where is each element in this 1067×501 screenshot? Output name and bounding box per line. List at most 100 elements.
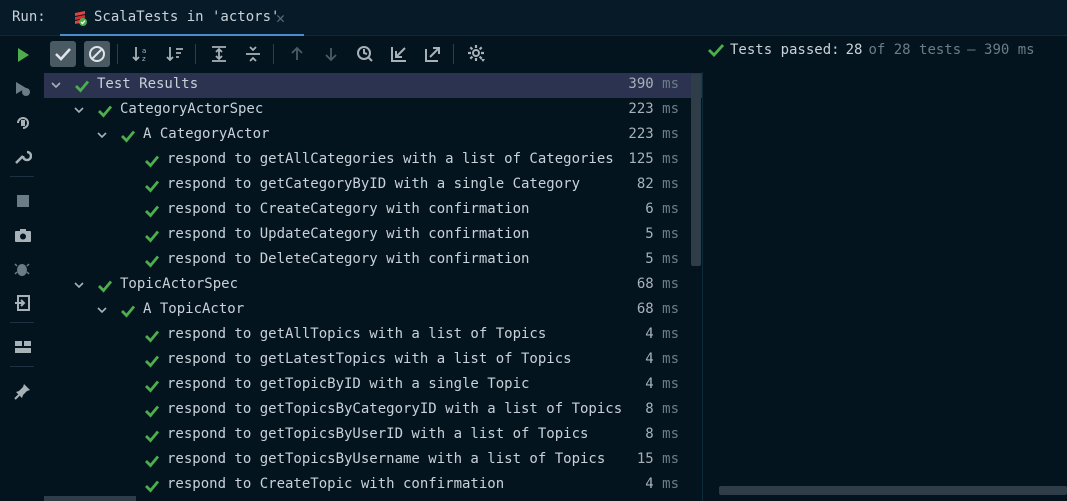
test-duration: 8 ms bbox=[645, 426, 679, 442]
tree-horizontal-scroll-thumb[interactable] bbox=[44, 496, 136, 501]
exit-button[interactable] bbox=[12, 292, 34, 314]
duration-value: 6 bbox=[645, 201, 654, 217]
test-row[interactable]: respond to getTopicsByUsername with a li… bbox=[44, 448, 702, 473]
pin-button[interactable] bbox=[12, 380, 34, 402]
layout-button[interactable] bbox=[12, 336, 34, 358]
test-suite-row[interactable]: Test Results 390 ms bbox=[44, 73, 702, 98]
duration-value: 68 bbox=[636, 276, 654, 292]
test-row[interactable]: respond to UpdateCategory with confirmat… bbox=[44, 223, 702, 248]
import-tests-button[interactable] bbox=[386, 41, 412, 67]
toolbar-separator bbox=[117, 44, 118, 64]
passed-check-icon bbox=[145, 180, 160, 193]
passed-check-icon bbox=[145, 230, 160, 243]
settings-button[interactable] bbox=[464, 41, 490, 67]
exit-icon bbox=[15, 295, 30, 311]
test-suite-row[interactable]: A CategoryActor 223 ms bbox=[44, 123, 702, 148]
duration-unit: ms bbox=[662, 201, 679, 217]
rerun-button[interactable] bbox=[12, 44, 34, 66]
test-duration: 4 ms bbox=[645, 351, 679, 367]
test-row[interactable]: respond to getTopicByID with a single To… bbox=[44, 373, 702, 398]
collapse-all-button[interactable] bbox=[240, 41, 266, 67]
tree-scroll-thumb[interactable] bbox=[691, 74, 701, 266]
export-tests-button[interactable] bbox=[420, 41, 446, 67]
debug-button[interactable] bbox=[12, 258, 34, 280]
show-passed-icon bbox=[55, 48, 71, 61]
passed-check-icon bbox=[145, 455, 160, 468]
duration-value: 125 bbox=[628, 151, 654, 167]
chevron-down-icon[interactable] bbox=[73, 279, 85, 291]
settings-icon bbox=[468, 45, 485, 62]
toolbar-separator bbox=[10, 366, 34, 367]
show-passed-button[interactable] bbox=[50, 41, 76, 67]
toggle-auto-test-button[interactable] bbox=[12, 112, 34, 134]
test-suite-row[interactable]: TopicActorSpec 68 ms bbox=[44, 273, 702, 298]
console-horizontal-scrollbar[interactable] bbox=[719, 486, 1067, 495]
duration-value: 4 bbox=[645, 376, 654, 392]
show-ignored-button[interactable] bbox=[84, 41, 110, 67]
wrench-icon bbox=[15, 150, 32, 164]
chevron-down-icon[interactable] bbox=[96, 129, 108, 141]
sort-alphabetically-icon: az bbox=[132, 47, 146, 63]
test-duration: 8 ms bbox=[645, 401, 679, 417]
duration-value: 68 bbox=[636, 301, 654, 317]
stop-button[interactable] bbox=[12, 190, 34, 212]
duration-value: 4 bbox=[645, 326, 654, 342]
chevron-down-icon[interactable] bbox=[73, 104, 85, 116]
test-duration: 5 ms bbox=[645, 251, 679, 267]
test-row[interactable]: respond to CreateCategory with confirmat… bbox=[44, 198, 702, 223]
chevron-down-icon[interactable] bbox=[50, 79, 62, 91]
test-row[interactable]: respond to getCategoryByID with a single… bbox=[44, 173, 702, 198]
sort-alphabetically-button[interactable]: az bbox=[128, 41, 154, 67]
next-failed-button[interactable] bbox=[318, 41, 344, 67]
duration-unit: ms bbox=[662, 301, 679, 317]
passed-check-icon bbox=[145, 380, 160, 393]
test-row[interactable]: respond to getTopicsByCategoryID with a … bbox=[44, 398, 702, 423]
test-name: respond to getAllTopics with a list of T… bbox=[167, 326, 547, 342]
toolbar-separator bbox=[10, 176, 34, 177]
console-output[interactable] bbox=[703, 72, 1067, 501]
test-row[interactable]: respond to getAllTopics with a list of T… bbox=[44, 323, 702, 348]
status-prefix: Tests passed: bbox=[730, 42, 840, 58]
chevron-down-icon[interactable] bbox=[96, 304, 108, 316]
duration-value: 15 bbox=[636, 451, 654, 467]
passed-check-icon bbox=[145, 255, 160, 268]
import-tests-icon bbox=[391, 47, 406, 62]
camera-icon bbox=[15, 229, 31, 242]
test-duration: 223 ms bbox=[628, 126, 679, 142]
test-row[interactable]: respond to DeleteCategory with confirmat… bbox=[44, 248, 702, 273]
duration-unit: ms bbox=[662, 351, 679, 367]
tab-scalatests[interactable]: ScalaTests in 'actors' ✕ bbox=[60, 0, 304, 36]
sort-by-duration-button[interactable] bbox=[162, 41, 188, 67]
test-row[interactable]: respond to CreateTopic with confirmation… bbox=[44, 473, 702, 498]
duration-value: 5 bbox=[645, 251, 654, 267]
duration-unit: ms bbox=[662, 126, 679, 142]
test-name: respond to UpdateCategory with confirmat… bbox=[167, 226, 530, 242]
rerun-failed-icon bbox=[16, 82, 30, 96]
test-duration: 4 ms bbox=[645, 326, 679, 342]
passed-check-icon bbox=[98, 105, 113, 118]
test-history-button[interactable] bbox=[352, 41, 378, 67]
settings-wrench-button[interactable] bbox=[12, 146, 34, 168]
test-name: respond to CreateTopic with confirmation bbox=[167, 476, 505, 492]
test-name: respond to getCategoryByID with a single… bbox=[167, 176, 581, 192]
previous-failed-button[interactable] bbox=[284, 41, 310, 67]
test-suite-row[interactable]: A TopicActor 68 ms bbox=[44, 298, 702, 323]
scala-logo-icon bbox=[75, 11, 87, 26]
rerun-failed-button[interactable] bbox=[12, 78, 34, 100]
duration-value: 5 bbox=[645, 226, 654, 242]
snapshot-button[interactable] bbox=[12, 224, 34, 246]
test-suite-row[interactable]: CategoryActorSpec 223 ms bbox=[44, 98, 702, 123]
previous-failed-icon bbox=[291, 46, 303, 60]
status-duration: – 390 ms bbox=[967, 42, 1035, 58]
test-duration: 82 ms bbox=[637, 176, 679, 192]
export-tests-icon bbox=[425, 47, 440, 62]
expand-all-button[interactable] bbox=[206, 41, 232, 67]
show-ignored-icon bbox=[89, 46, 105, 62]
status-passed-count: 28 bbox=[845, 42, 863, 58]
test-row[interactable]: respond to getLatestTopics with a list o… bbox=[44, 348, 702, 373]
test-row[interactable]: respond to getTopicsByUserID with a list… bbox=[44, 423, 702, 448]
toolbar-separator bbox=[195, 44, 196, 64]
close-tab-icon[interactable]: ✕ bbox=[276, 9, 285, 27]
test-name: A CategoryActor bbox=[143, 126, 270, 142]
test-row[interactable]: respond to getAllCategories with a list … bbox=[44, 148, 702, 173]
